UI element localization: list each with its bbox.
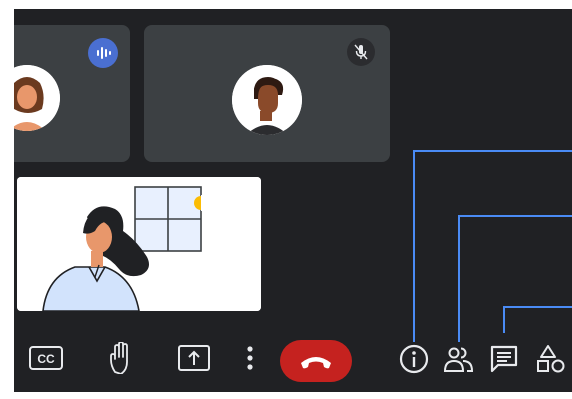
- chat-button[interactable]: [488, 343, 520, 375]
- meeting-stage: CC: [14, 9, 572, 392]
- closed-captions-button[interactable]: CC: [28, 340, 64, 376]
- speaking-indicator-icon: [88, 38, 118, 68]
- closed-captions-icon: CC: [29, 346, 63, 370]
- man-avatar: [232, 65, 302, 135]
- svg-text:CC: CC: [37, 352, 55, 366]
- info-icon: [399, 344, 429, 374]
- chat-icon: [490, 345, 518, 373]
- present-screen-button[interactable]: [176, 340, 212, 376]
- hand-icon: [110, 342, 128, 374]
- people-button[interactable]: [443, 343, 475, 375]
- activities-button[interactable]: [534, 343, 572, 375]
- raise-hand-button[interactable]: [106, 340, 136, 376]
- participant-tile-left[interactable]: [14, 25, 130, 162]
- shapes-icon: [537, 345, 565, 373]
- phone-hangup-icon: [301, 357, 331, 369]
- end-call-button[interactable]: [280, 340, 352, 382]
- self-view-tile[interactable]: [17, 177, 261, 311]
- present-screen-icon: [178, 345, 210, 371]
- participant-tile-center[interactable]: [144, 25, 390, 162]
- woman-at-window-illustration: [17, 177, 261, 311]
- people-icon: [443, 347, 474, 372]
- more-vert-icon: [247, 346, 253, 370]
- more-options-button[interactable]: [243, 340, 257, 376]
- meeting-info-button[interactable]: [398, 343, 430, 375]
- woman-avatar: [14, 65, 60, 131]
- mic-off-icon: [347, 38, 375, 66]
